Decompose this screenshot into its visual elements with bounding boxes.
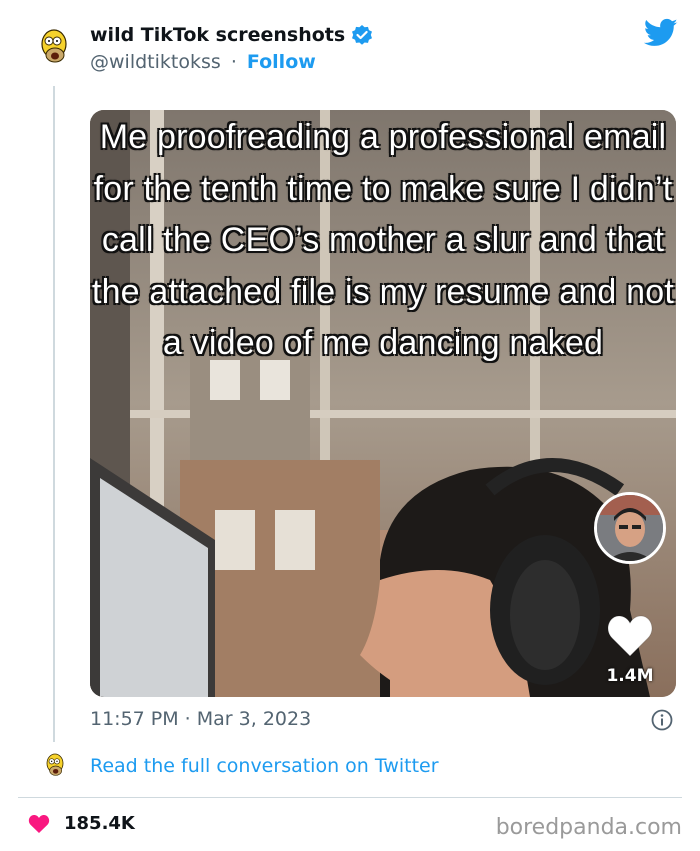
homer-avatar-icon <box>46 753 64 776</box>
author-display-name[interactable]: wild TikTok screenshots <box>90 24 345 46</box>
author-name-row[interactable]: wild TikTok screenshots <box>90 24 373 46</box>
tweet-likes[interactable]: 185.4K <box>28 813 135 834</box>
tweet-media[interactable]: Me proofreading a professional email for… <box>90 110 676 697</box>
author-handle[interactable]: @wildtiktokss <box>90 51 221 73</box>
info-icon[interactable] <box>651 709 673 731</box>
author-handle-row: @wildtiktokss · Follow <box>90 51 316 73</box>
read-full-conversation-link[interactable]: Read the full conversation on Twitter <box>90 755 439 777</box>
boredpanda-watermark: boredpanda.com <box>495 815 682 840</box>
heart-icon[interactable] <box>606 614 654 658</box>
tweet-like-count: 185.4K <box>64 813 135 834</box>
verified-badge-icon <box>352 25 373 45</box>
video-caption: Me proofreading a professional email for… <box>91 118 675 362</box>
thread-line <box>53 86 55 742</box>
creator-avatar[interactable] <box>594 492 666 564</box>
twitter-bird-icon[interactable] <box>644 18 678 48</box>
creator-face-icon <box>597 495 663 561</box>
homer-avatar-icon[interactable] <box>36 26 72 70</box>
video-like-count: 1.4M <box>606 666 654 686</box>
handle-separator: · <box>230 51 237 73</box>
heart-icon[interactable] <box>28 814 50 834</box>
tweet-timestamp[interactable]: 11:57 PM · Mar 3, 2023 <box>90 708 311 730</box>
follow-button[interactable]: Follow <box>247 51 316 73</box>
divider <box>18 797 682 798</box>
